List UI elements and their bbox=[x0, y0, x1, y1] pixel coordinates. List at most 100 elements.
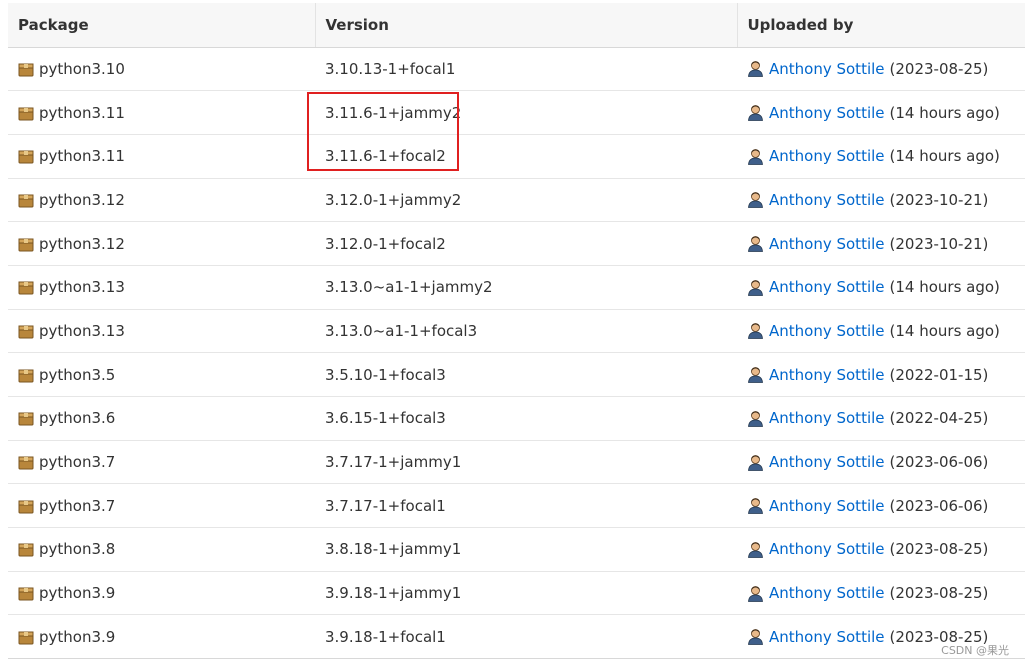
package-icon bbox=[18, 498, 34, 514]
upload-time: (14 hours ago) bbox=[889, 321, 1000, 340]
package-name[interactable]: python3.5 bbox=[39, 366, 115, 384]
package-name[interactable]: python3.12 bbox=[39, 191, 125, 209]
uploader-link[interactable]: Anthony Sottile bbox=[769, 497, 885, 515]
version-cell: 3.12.0-1+jammy2 bbox=[315, 177, 737, 222]
table-row: python3.10 3.10.13-1+focal1 Anthony Sottil… bbox=[8, 46, 1025, 91]
package-cell: python3.9 bbox=[8, 570, 315, 615]
upload-time: (14 hours ago) bbox=[889, 103, 1000, 122]
upload-time: (2023-10-21) bbox=[889, 190, 989, 209]
package-icon bbox=[18, 629, 34, 645]
package-name[interactable]: python3.7 bbox=[39, 497, 115, 515]
uploader-link[interactable]: Anthony Sottile bbox=[769, 278, 885, 296]
package-icon bbox=[18, 105, 34, 121]
version-text: 3.11.6-1+jammy2 bbox=[325, 103, 462, 122]
version-text: 3.7.17-1+focal1 bbox=[325, 496, 446, 515]
uploader-link[interactable]: Anthony Sottile bbox=[769, 191, 885, 209]
version-text: 3.9.18-1+focal1 bbox=[325, 627, 446, 646]
uploader-link[interactable]: Anthony Sottile bbox=[769, 147, 885, 165]
version-text: 3.13.0~a1-1+jammy2 bbox=[325, 278, 493, 297]
package-name[interactable]: python3.12 bbox=[39, 235, 125, 253]
uploader-link[interactable]: Anthony Sottile bbox=[769, 628, 885, 646]
package-icon bbox=[18, 192, 34, 208]
version-cell: 3.11.6-1+focal2 bbox=[315, 133, 737, 179]
uploader-link[interactable]: Anthony Sottile bbox=[769, 366, 885, 384]
person-icon bbox=[747, 322, 764, 340]
table-row: python3.11 3.11.6-1+jammy2 Anthony Sottile… bbox=[8, 90, 1025, 135]
version-text: 3.10.13-1+focal1 bbox=[325, 59, 456, 78]
version-text: 3.7.17-1+jammy1 bbox=[325, 453, 462, 472]
person-icon bbox=[747, 235, 764, 252]
package-name[interactable]: python3.9 bbox=[39, 628, 115, 646]
person-icon bbox=[747, 104, 764, 121]
package-name[interactable]: python3.10 bbox=[39, 60, 125, 78]
person-icon bbox=[747, 585, 764, 602]
uploader-link[interactable]: Anthony Sottile bbox=[769, 409, 885, 427]
upload-time: (2023-06-06) bbox=[889, 453, 989, 472]
version-text: 3.12.0-1+jammy2 bbox=[325, 190, 462, 209]
version-cell: 3.13.0~a1-1+focal3 bbox=[315, 308, 737, 353]
package-cell: python3.11 bbox=[8, 90, 315, 135]
package-cell: python3.5 bbox=[8, 352, 315, 397]
package-cell: python3.7 bbox=[8, 483, 315, 528]
uploader-link[interactable]: Anthony Sottile bbox=[769, 322, 885, 340]
table-row: python3.12 3.12.0-1+focal2 Anthony Sottile… bbox=[8, 221, 1025, 266]
uploader-link[interactable]: Anthony Sottile bbox=[769, 60, 885, 78]
uploader-link[interactable]: Anthony Sottile bbox=[769, 584, 885, 602]
package-name[interactable]: python3.8 bbox=[39, 540, 115, 558]
column-header-package[interactable]: Package bbox=[8, 3, 316, 48]
upload-time: (2023-08-25) bbox=[889, 540, 989, 559]
uploader-cell: Anthony Sottile (2023-06-06) bbox=[737, 483, 1025, 528]
package-name[interactable]: python3.6 bbox=[39, 409, 115, 427]
uploader-link[interactable]: Anthony Sottile bbox=[769, 453, 885, 471]
upload-time: (2023-08-25) bbox=[889, 59, 989, 78]
person-icon bbox=[747, 366, 764, 384]
version-text: 3.9.18-1+jammy1 bbox=[325, 584, 462, 603]
uploader-cell: Anthony Sottile (14 hours ago) bbox=[737, 308, 1025, 353]
uploader-cell: Anthony Sottile (2023-10-21) bbox=[737, 221, 1025, 266]
package-name[interactable]: python3.11 bbox=[39, 147, 125, 165]
uploader-link[interactable]: Anthony Sottile bbox=[769, 104, 885, 122]
table-row: python3.12 3.12.0-1+jammy2 Anthony Sottile… bbox=[8, 177, 1025, 222]
package-icon bbox=[18, 61, 34, 77]
version-cell: 3.7.17-1+focal1 bbox=[315, 483, 737, 528]
package-name[interactable]: python3.13 bbox=[39, 322, 125, 340]
package-cell: python3.7 bbox=[8, 439, 315, 484]
table-body: python3.10 3.10.13-1+focal1 Anthony Sottil… bbox=[8, 46, 1025, 660]
package-icon bbox=[18, 585, 34, 601]
person-icon bbox=[747, 148, 764, 165]
version-cell: 3.10.13-1+focal1 bbox=[315, 46, 737, 91]
upload-time: (14 hours ago) bbox=[889, 278, 1000, 297]
version-cell: 3.6.15-1+focal3 bbox=[315, 396, 737, 441]
column-header-uploaded-by[interactable]: Uploaded by bbox=[737, 3, 1025, 48]
uploader-link[interactable]: Anthony Sottile bbox=[769, 540, 885, 558]
uploader-cell: Anthony Sottile (2023-06-06) bbox=[737, 439, 1025, 484]
package-icon bbox=[18, 323, 34, 339]
person-icon bbox=[747, 454, 764, 471]
table-header: Package Version Uploaded by bbox=[8, 3, 1025, 48]
column-header-version[interactable]: Version bbox=[315, 3, 738, 48]
package-name[interactable]: python3.11 bbox=[39, 104, 125, 122]
table-row: python3.7 3.7.17-1+focal1 Anthony Sottile(… bbox=[8, 483, 1025, 528]
package-name[interactable]: python3.7 bbox=[39, 453, 115, 471]
person-icon bbox=[747, 628, 764, 646]
uploader-cell: Anthony Sottile (2023-10-21) bbox=[737, 177, 1025, 222]
package-icon bbox=[18, 236, 34, 252]
upload-time: (2023-10-21) bbox=[889, 234, 989, 253]
person-icon bbox=[747, 60, 764, 78]
uploader-cell: Anthony Sottile (14 hours ago) bbox=[737, 264, 1025, 310]
person-icon bbox=[747, 541, 764, 558]
packages-table: Package Version Uploaded by python3.10 3.… bbox=[8, 3, 1025, 660]
table-row: python3.5 3.5.10-1+focal3 Anthony Sottile(… bbox=[8, 352, 1025, 397]
package-name[interactable]: python3.9 bbox=[39, 584, 115, 602]
person-icon bbox=[747, 410, 764, 427]
upload-time: (2023-08-25) bbox=[889, 584, 989, 603]
package-cell: python3.9 bbox=[8, 614, 315, 660]
package-icon bbox=[18, 148, 34, 164]
uploader-link[interactable]: Anthony Sottile bbox=[769, 235, 885, 253]
package-list-page: Package Version Uploaded by python3.10 3.… bbox=[0, 0, 1025, 666]
package-cell: python3.13 bbox=[8, 308, 315, 353]
version-cell: 3.9.18-1+jammy1 bbox=[315, 570, 737, 615]
package-name[interactable]: python3.13 bbox=[39, 278, 125, 296]
package-icon bbox=[18, 410, 34, 426]
package-cell: python3.12 bbox=[8, 221, 315, 266]
